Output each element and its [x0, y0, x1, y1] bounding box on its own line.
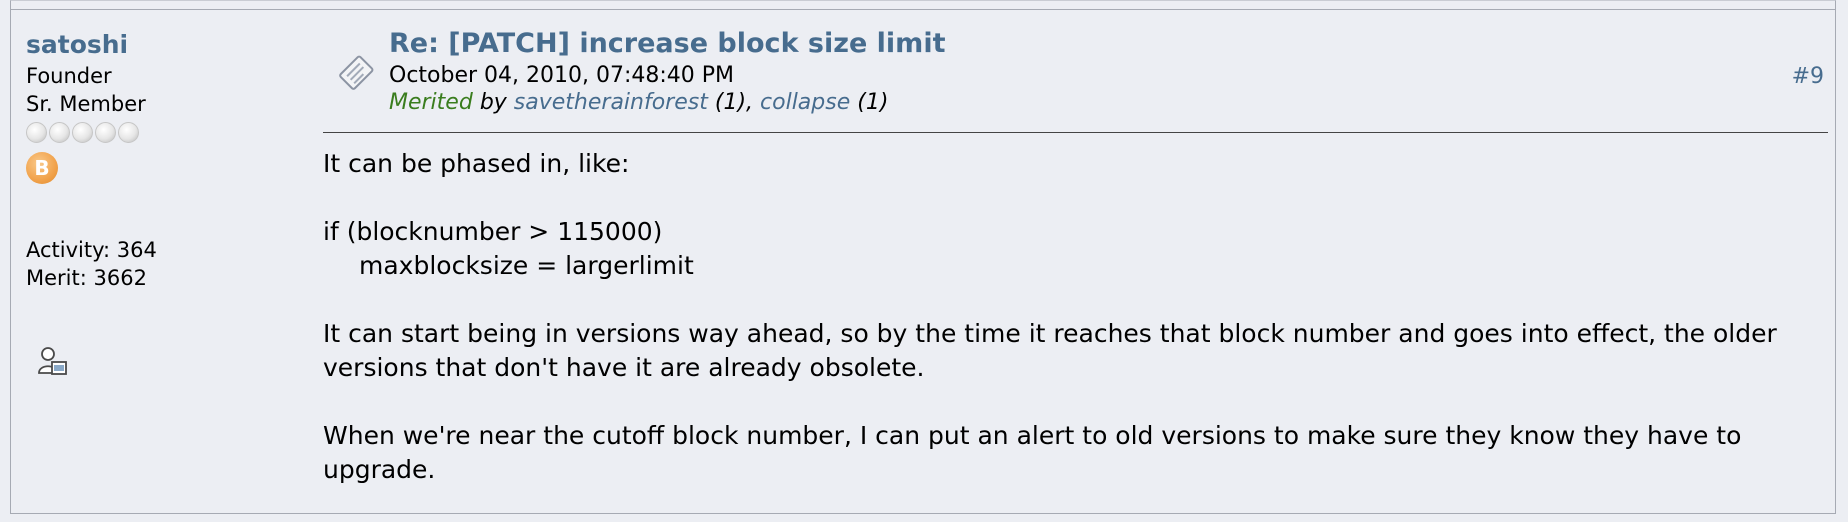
post-body-line: It can be phased in, like: [323, 149, 630, 178]
merit-line: Merited by savetherainforest (1), collap… [389, 89, 888, 117]
star-rating-icon [72, 122, 93, 143]
star-rating-icon [118, 122, 139, 143]
merit-user-link[interactable]: collapse [760, 90, 850, 115]
profile-icon[interactable] [37, 346, 69, 378]
merit-count: (1) [714, 90, 747, 115]
star-rating [26, 122, 276, 146]
merit-count: (1) [857, 90, 889, 115]
poster-name-link[interactable]: satoshi [26, 28, 276, 62]
poster-title: Founder [26, 64, 112, 88]
merited-by: by [479, 90, 507, 115]
post-body-paragraph: It can start being in versions way ahead… [323, 319, 1777, 382]
post-icon [339, 55, 374, 90]
post-code-line: if (blocknumber > 115000) [323, 217, 663, 246]
poster-info: satoshi Founder Sr. Member B [26, 28, 276, 184]
bitcoin-badge-icon: B [26, 152, 58, 184]
merited-label: Merited [389, 90, 473, 115]
post-number-link[interactable]: #9 [1792, 64, 1824, 89]
post-body: It can be phased in, like: if (blocknumb… [323, 147, 1823, 521]
poster-merit: Merit: 3662 [26, 266, 147, 290]
star-rating-icon [26, 122, 47, 143]
post-body-paragraph: When we're near the cutoff block number,… [323, 421, 1742, 484]
merit-user-link[interactable]: savetherainforest [514, 90, 708, 115]
merit-separator: , [746, 90, 754, 115]
post-subject-link[interactable]: Re: [PATCH] increase block size limit [389, 26, 945, 62]
star-rating-icon [49, 122, 70, 143]
poster-rank: Sr. Member [26, 92, 146, 116]
header-divider [323, 132, 1828, 133]
star-rating-icon [95, 122, 116, 143]
poster-activity: Activity: 364 [26, 238, 157, 262]
poster-stats: Activity: 364 Merit: 3662 [26, 236, 157, 292]
post-date: October 04, 2010, 07:48:40 PM [389, 63, 735, 88]
post-code-line: maxblocksize = largerlimit [359, 251, 694, 280]
